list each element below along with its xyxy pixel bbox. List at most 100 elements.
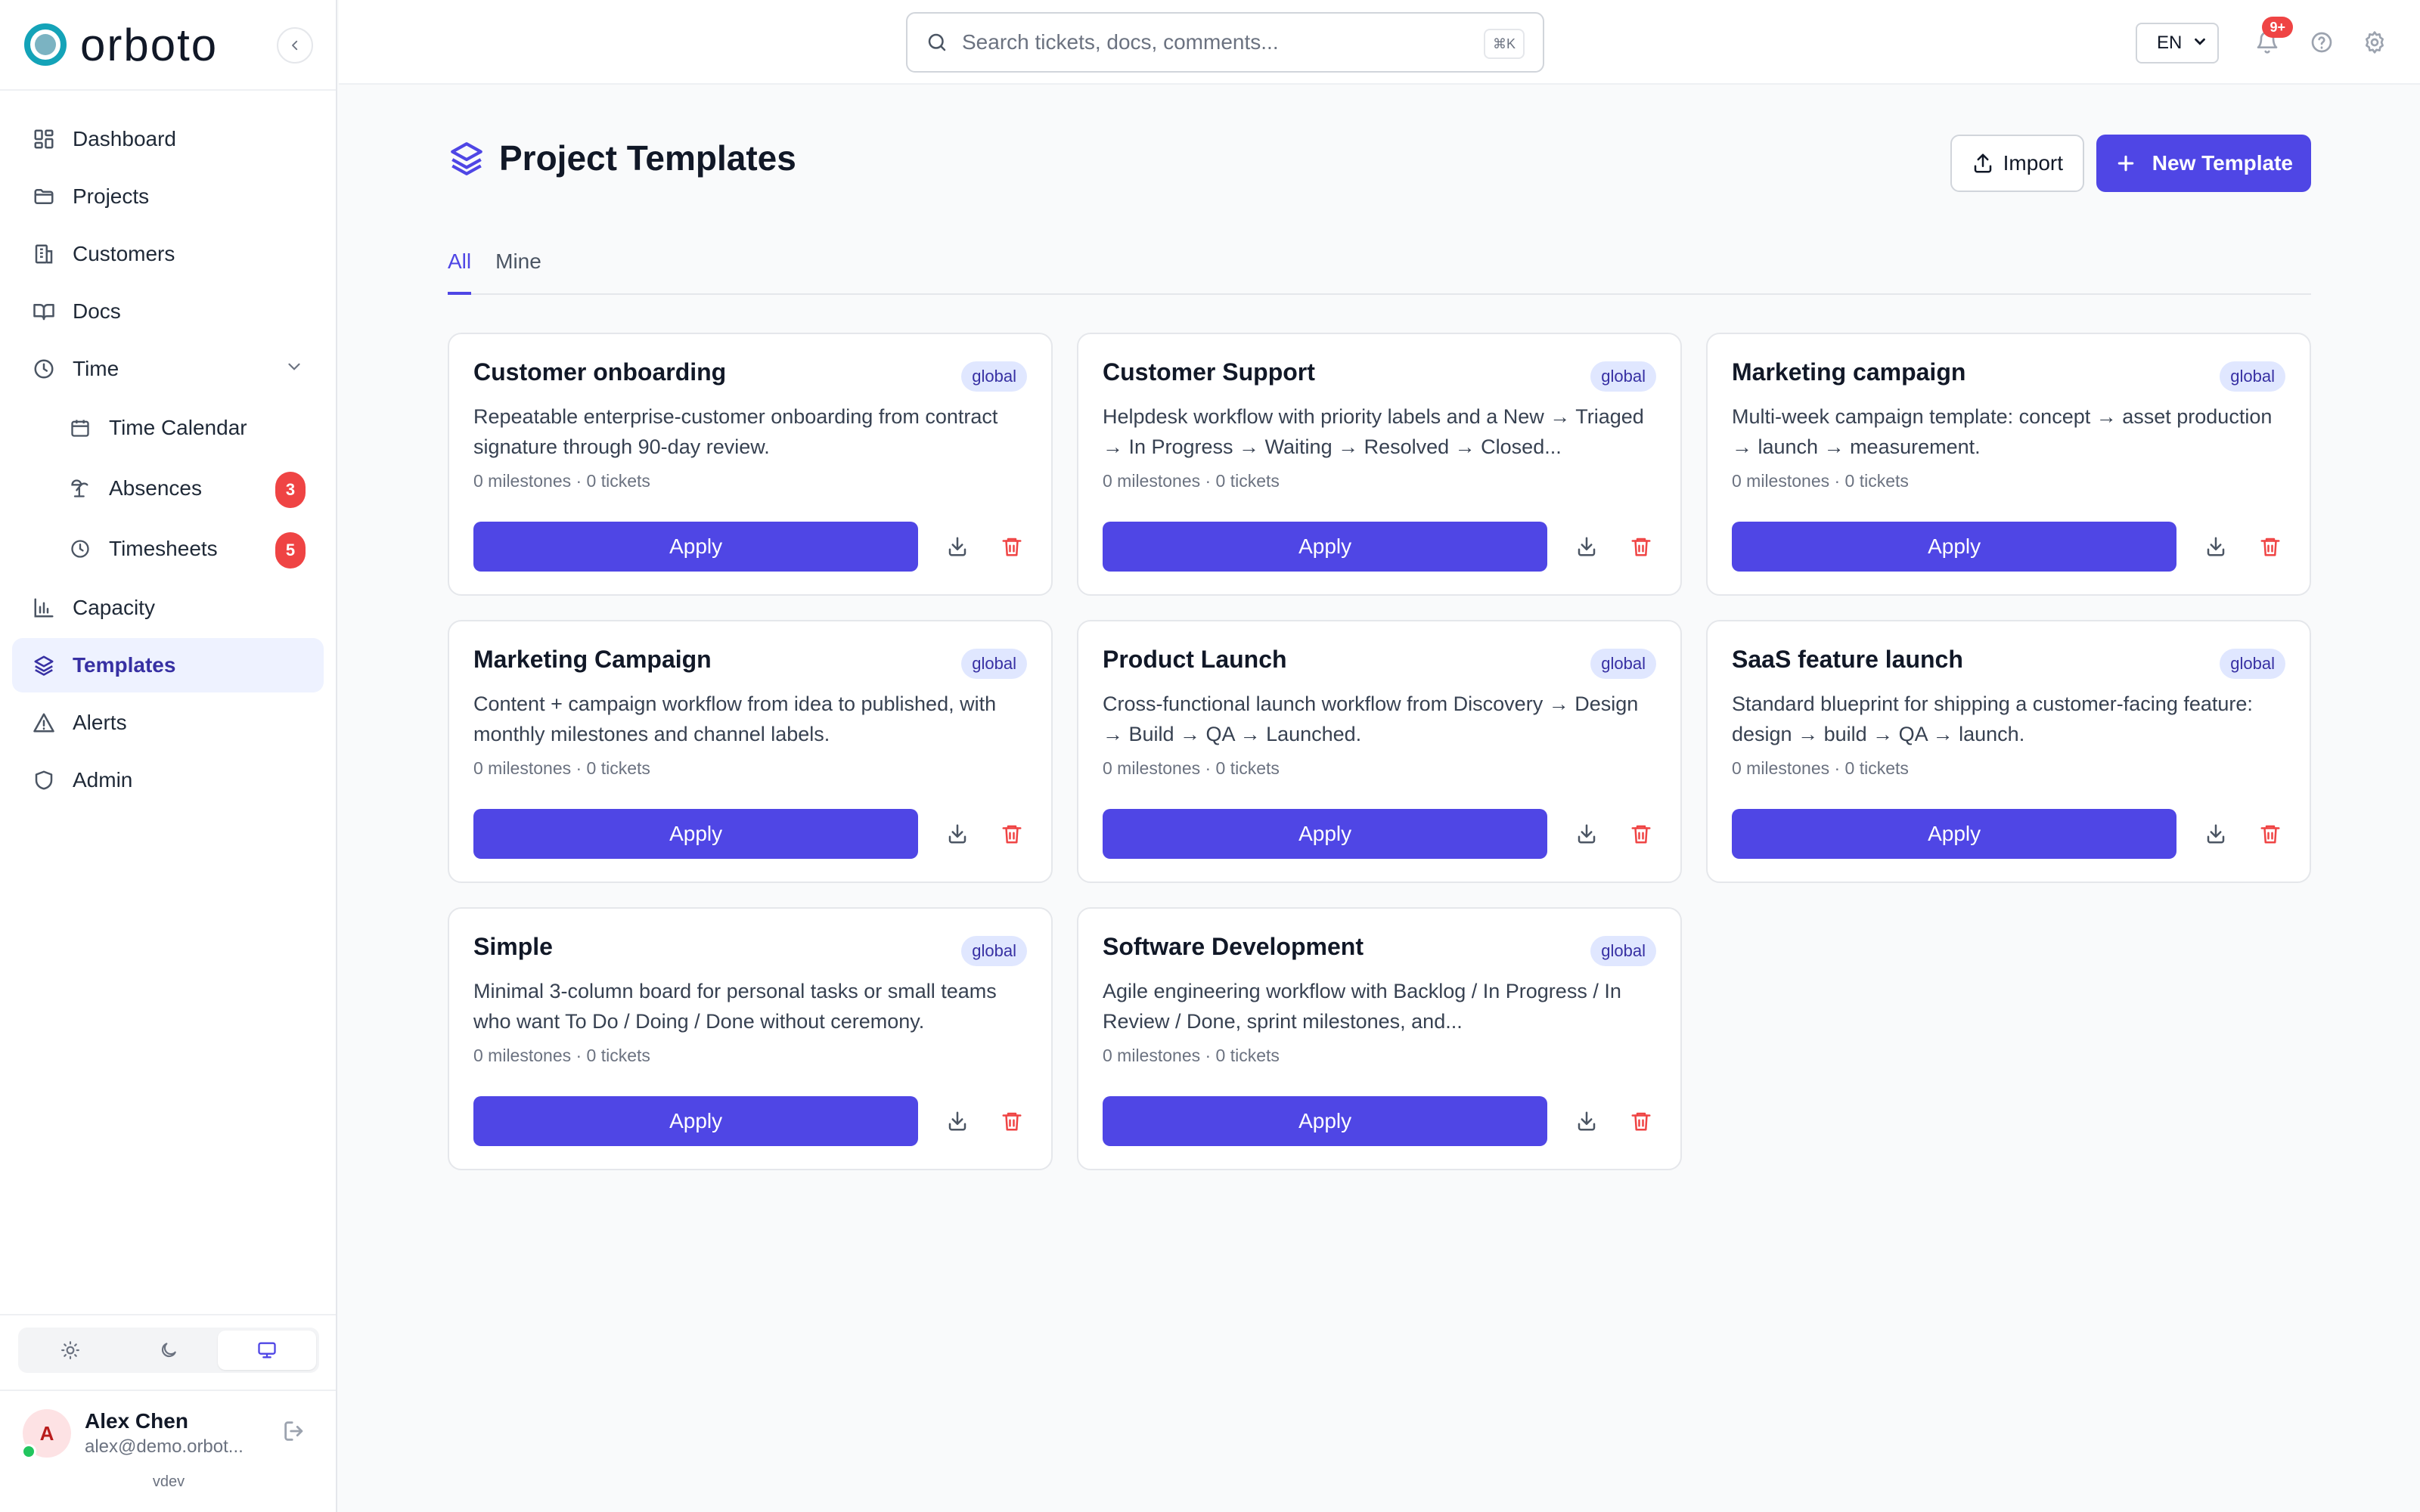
apply-button[interactable]: Apply xyxy=(1103,809,1548,859)
template-card: Customer onboarding global Repeatable en… xyxy=(448,333,1053,596)
new-template-label: New Template xyxy=(2152,151,2293,175)
sidebar-item-alerts[interactable]: Alerts xyxy=(12,696,324,750)
page-header: Project Templates Import New Template xyxy=(448,85,2311,243)
tab-all[interactable]: All xyxy=(448,243,472,295)
keyboard-shortcut: ⌘K xyxy=(1483,29,1525,59)
download-button[interactable] xyxy=(2201,819,2231,849)
sidebar-item-label: Timesheets xyxy=(109,537,218,560)
orboto-logo[interactable] xyxy=(24,23,67,66)
user-email: alex@demo.orbot... xyxy=(85,1436,244,1457)
scope-badge: global xyxy=(961,649,1027,679)
import-button[interactable]: Import xyxy=(1950,135,2084,192)
logout-icon[interactable] xyxy=(281,1418,307,1448)
trash-icon xyxy=(1631,825,1651,844)
delete-button[interactable] xyxy=(1626,531,1656,562)
template-grid: Customer onboarding global Repeatable en… xyxy=(448,333,2311,1170)
template-meta: 0 milestones · 0 tickets xyxy=(1103,758,1280,778)
download-icon xyxy=(948,824,966,844)
template-title: Software Development xyxy=(1103,933,1364,960)
download-button[interactable] xyxy=(942,1106,973,1136)
user-profile[interactable]: A Alex Chen alex@demo.orbot... xyxy=(21,1403,318,1464)
theme-light-button[interactable] xyxy=(21,1331,119,1370)
folder-icon xyxy=(30,183,57,210)
trash-icon xyxy=(1002,825,1022,844)
download-icon xyxy=(948,537,966,556)
theme-system-button[interactable] xyxy=(218,1331,316,1370)
building-icon xyxy=(30,240,57,268)
download-button[interactable] xyxy=(942,819,973,849)
apply-button[interactable]: Apply xyxy=(473,809,919,859)
sidebar-item-label: Templates xyxy=(73,653,176,677)
sidebar-item-time[interactable]: Time xyxy=(12,342,324,396)
brand-name[interactable]: orboto xyxy=(80,19,218,71)
search-placeholder: Search tickets, docs, comments... xyxy=(962,30,1279,54)
download-button[interactable] xyxy=(942,531,973,562)
sidebar-item-dashboard[interactable]: Dashboard xyxy=(12,112,324,166)
alert-triangle-icon xyxy=(30,709,57,736)
user-name: Alex Chen xyxy=(85,1409,188,1433)
chevron-down-icon[interactable] xyxy=(284,357,304,380)
sidebar-item-timesheets[interactable]: Timesheets 5 xyxy=(12,520,324,578)
scope-badge: global xyxy=(1590,649,1656,679)
delete-button[interactable] xyxy=(997,819,1027,849)
sidebar-item-time-calendar[interactable]: Time Calendar xyxy=(12,399,324,457)
main-content: Project Templates Import New Template Al… xyxy=(448,85,2311,1170)
sidebar-item-label: Absences xyxy=(109,476,202,500)
sidebar-item-customers[interactable]: Customers xyxy=(12,227,324,281)
collapse-sidebar-button[interactable] xyxy=(277,27,313,64)
sidebar-item-capacity[interactable]: Capacity xyxy=(12,581,324,635)
shield-icon xyxy=(30,767,57,794)
template-card: Customer Support global Helpdesk workflo… xyxy=(1077,333,1682,596)
delete-button[interactable] xyxy=(2255,531,2285,562)
sidebar-item-label: Customers xyxy=(73,242,175,265)
sidebar-item-absences[interactable]: Absences 3 xyxy=(12,460,324,517)
page-title-wrap: Project Templates xyxy=(448,138,796,178)
delete-button[interactable] xyxy=(1626,1106,1656,1136)
template-title: Customer onboarding xyxy=(473,358,727,386)
apply-button[interactable]: Apply xyxy=(473,522,919,572)
search-input[interactable]: Search tickets, docs, comments... ⌘K xyxy=(906,12,1544,73)
language-value: EN xyxy=(2157,33,2183,53)
template-title: Marketing campaign xyxy=(1732,358,1966,386)
apply-button[interactable]: Apply xyxy=(1103,1096,1548,1146)
delete-button[interactable] xyxy=(2255,819,2285,849)
language-select[interactable]: EN xyxy=(2136,23,2219,64)
apply-button[interactable]: Apply xyxy=(473,1096,919,1146)
delete-button[interactable] xyxy=(997,1106,1027,1136)
sidebar-item-projects[interactable]: Projects xyxy=(12,169,324,224)
template-card: Software Development global Agile engine… xyxy=(1077,907,1682,1170)
template-card: Simple global Minimal 3-column board for… xyxy=(448,907,1053,1170)
apply-button[interactable]: Apply xyxy=(1732,809,2177,859)
theme-dark-button[interactable] xyxy=(119,1331,218,1370)
apply-button[interactable]: Apply xyxy=(1103,522,1548,572)
online-status-dot xyxy=(21,1444,36,1459)
layers-icon xyxy=(30,652,57,679)
settings-button[interactable] xyxy=(2360,27,2390,57)
notifications-button[interactable]: 9+ xyxy=(2252,17,2293,57)
sidebar-item-admin[interactable]: Admin xyxy=(12,753,324,807)
sidebar-item-label: Admin xyxy=(73,768,133,792)
tab-mine[interactable]: Mine xyxy=(495,243,541,295)
template-title: Simple xyxy=(473,933,553,960)
sun-icon xyxy=(61,1341,79,1359)
card-actions: Apply xyxy=(473,809,1027,859)
count-badge: 3 xyxy=(275,472,306,508)
download-button[interactable] xyxy=(2201,531,2231,562)
delete-button[interactable] xyxy=(1626,819,1656,849)
help-button[interactable] xyxy=(2307,27,2337,57)
download-button[interactable] xyxy=(1571,531,1602,562)
template-title: Product Launch xyxy=(1103,646,1287,673)
delete-button[interactable] xyxy=(997,531,1027,562)
avatar[interactable]: A xyxy=(21,1409,71,1459)
template-title: Customer Support xyxy=(1103,358,1315,386)
sidebar-item-docs[interactable]: Docs xyxy=(12,284,324,339)
new-template-button[interactable]: New Template xyxy=(2096,135,2311,192)
download-button[interactable] xyxy=(1571,819,1602,849)
download-button[interactable] xyxy=(1571,1106,1602,1136)
template-description: Agile engineering workflow with Backlog … xyxy=(1103,980,1621,1033)
apply-button[interactable]: Apply xyxy=(1732,522,2177,572)
template-description: Helpdesk workflow with priority labels a… xyxy=(1103,405,1644,458)
sidebar-item-templates[interactable]: Templates xyxy=(12,638,324,692)
download-icon xyxy=(1578,824,1596,844)
help-circle-icon xyxy=(2311,32,2332,53)
